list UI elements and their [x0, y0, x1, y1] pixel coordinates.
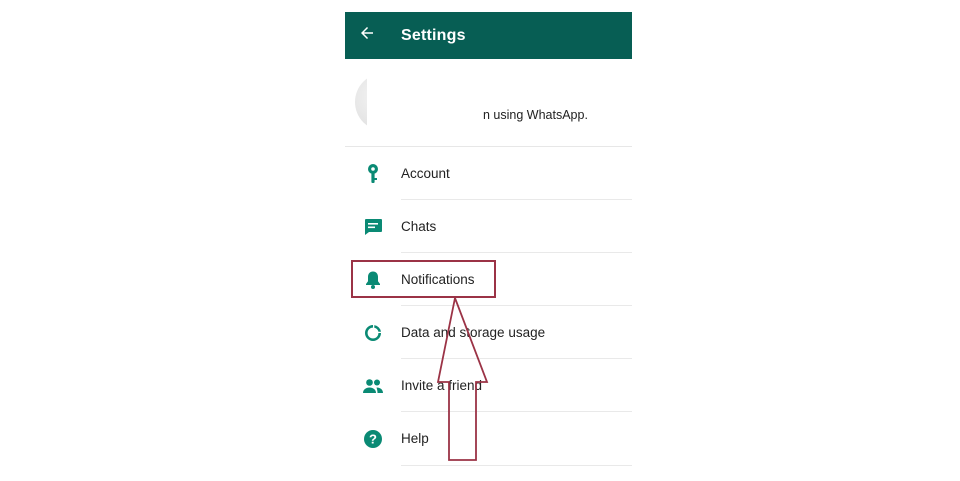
people-icon	[362, 375, 384, 397]
annotation-arrow-up	[436, 296, 489, 461]
app-bar: Settings	[345, 12, 632, 59]
svg-text:?: ?	[369, 431, 377, 446]
chat-icon	[362, 216, 384, 238]
data-usage-icon	[362, 322, 384, 344]
page-title: Settings	[401, 26, 466, 44]
profile-section[interactable]: n using WhatsApp.	[345, 59, 632, 146]
arrow-left-icon	[358, 24, 376, 47]
menu-item-account[interactable]: Account	[345, 147, 632, 200]
help-icon: ?	[362, 428, 384, 450]
profile-status: n using WhatsApp.	[483, 108, 588, 122]
key-icon	[362, 163, 384, 185]
redacted-area	[367, 69, 492, 139]
menu-item-label: Help	[401, 431, 429, 446]
menu-item-label: Account	[401, 166, 450, 181]
screenshot-stage: Settings n using WhatsApp. Account Chats…	[0, 0, 960, 481]
back-button[interactable]	[345, 12, 389, 59]
divider	[401, 465, 632, 466]
menu-item-chats[interactable]: Chats	[345, 200, 632, 253]
menu-item-label: Chats	[401, 219, 437, 234]
notifications-highlight-box	[351, 260, 496, 298]
